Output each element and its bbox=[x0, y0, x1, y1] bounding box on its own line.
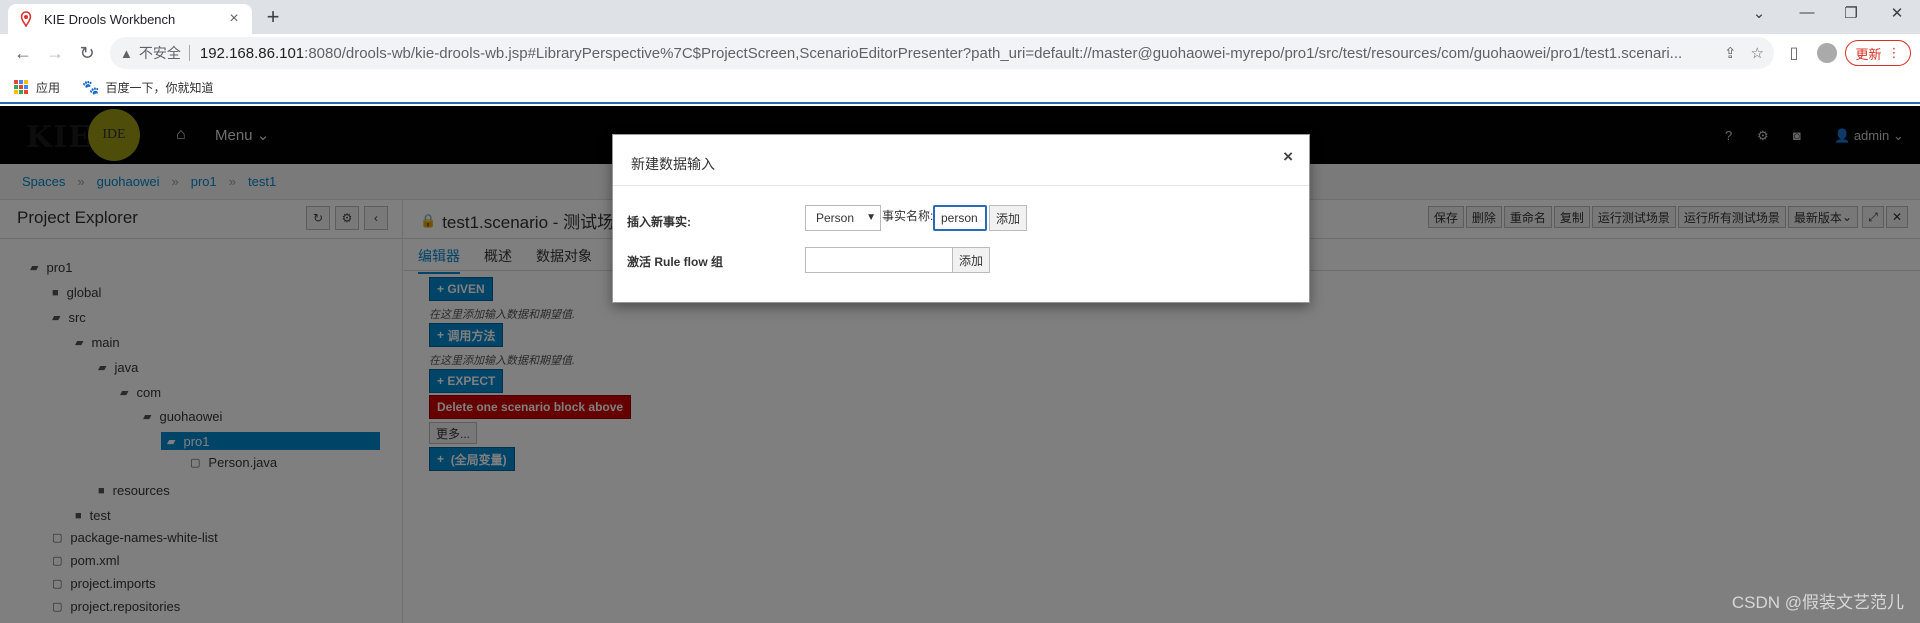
new-data-input-dialog: 新建数据输入 × 插入新事实: Person ▼ 事实名称: person 添加… bbox=[612, 134, 1310, 303]
insecure-label: 不安全 bbox=[138, 45, 181, 61]
add-fact-button[interactable]: 添加 bbox=[989, 205, 1028, 231]
warning-icon: ▲ bbox=[120, 45, 133, 61]
insert-fact-label: 插入新事实: bbox=[627, 215, 691, 229]
dialog-header: 新建数据输入 × bbox=[613, 135, 1309, 186]
browser-toolbar: ← → ↻ ▲ 不安全 192.168.86.101:8080/drools-w… bbox=[0, 34, 1920, 72]
forward-icon[interactable]: → bbox=[44, 42, 66, 64]
omnibox-separator bbox=[188, 45, 190, 61]
add-ruleflow-button[interactable]: 添加 bbox=[952, 247, 991, 273]
kie-favicon-icon bbox=[20, 11, 32, 27]
tab-search-chevron-icon[interactable]: ⌄ bbox=[1749, 4, 1769, 22]
apps-grid-icon bbox=[14, 80, 28, 94]
tab-close-icon[interactable]: × bbox=[226, 11, 242, 27]
fact-name-label: 事实名称: bbox=[882, 209, 934, 223]
chevron-down-icon: ▼ bbox=[866, 212, 876, 223]
new-tab-button[interactable]: + bbox=[262, 6, 284, 28]
dialog-close-icon[interactable]: × bbox=[1283, 147, 1293, 167]
share-icon[interactable]: ⇪ bbox=[1724, 44, 1737, 62]
bookmarks-bar: 应用 🐾 百度一下，你就知道 bbox=[0, 72, 1920, 104]
baidu-paw-icon: 🐾 bbox=[82, 78, 100, 95]
tab-title: KIE Drools Workbench bbox=[44, 11, 176, 27]
restore-icon[interactable]: ❐ bbox=[1841, 4, 1861, 22]
close-window-icon[interactable]: ✕ bbox=[1887, 4, 1907, 22]
dialog-title: 新建数据输入 bbox=[631, 156, 715, 172]
reload-icon[interactable]: ↻ bbox=[76, 42, 98, 64]
fact-name-input[interactable]: person bbox=[933, 205, 987, 231]
sidebar-icon[interactable]: ▯ bbox=[1784, 43, 1804, 63]
back-icon[interactable]: ← bbox=[12, 42, 34, 64]
update-button[interactable]: 更新 ⋮ bbox=[1845, 40, 1911, 66]
csdn-watermark: CSDN @假装文艺范儿 bbox=[1731, 593, 1904, 612]
bookmark-baidu[interactable]: 🐾 百度一下，你就知道 bbox=[82, 79, 213, 96]
activate-ruleflow-label: 激活 Rule flow 组 bbox=[627, 255, 724, 269]
profile-avatar[interactable] bbox=[1817, 43, 1837, 63]
address-bar[interactable]: ▲ 不安全 192.168.86.101:8080/drools-wb/kie-… bbox=[110, 37, 1774, 69]
url-text[interactable]: 192.168.86.101:8080/drools-wb/kie-drools… bbox=[200, 45, 1710, 62]
bookmark-star-icon[interactable]: ☆ bbox=[1751, 44, 1764, 62]
bookmark-apps[interactable]: 应用 bbox=[14, 79, 60, 96]
browser-tab-bar: KIE Drools Workbench × + ⌄ — ❐ ✕ bbox=[0, 0, 1920, 34]
browser-tab[interactable]: KIE Drools Workbench × bbox=[8, 4, 252, 34]
ruleflow-group-input[interactable] bbox=[805, 247, 953, 273]
fact-type-select[interactable]: Person ▼ bbox=[805, 205, 881, 231]
kebab-menu-icon: ⋮ bbox=[1887, 45, 1901, 60]
minimize-icon[interactable]: — bbox=[1797, 4, 1817, 21]
